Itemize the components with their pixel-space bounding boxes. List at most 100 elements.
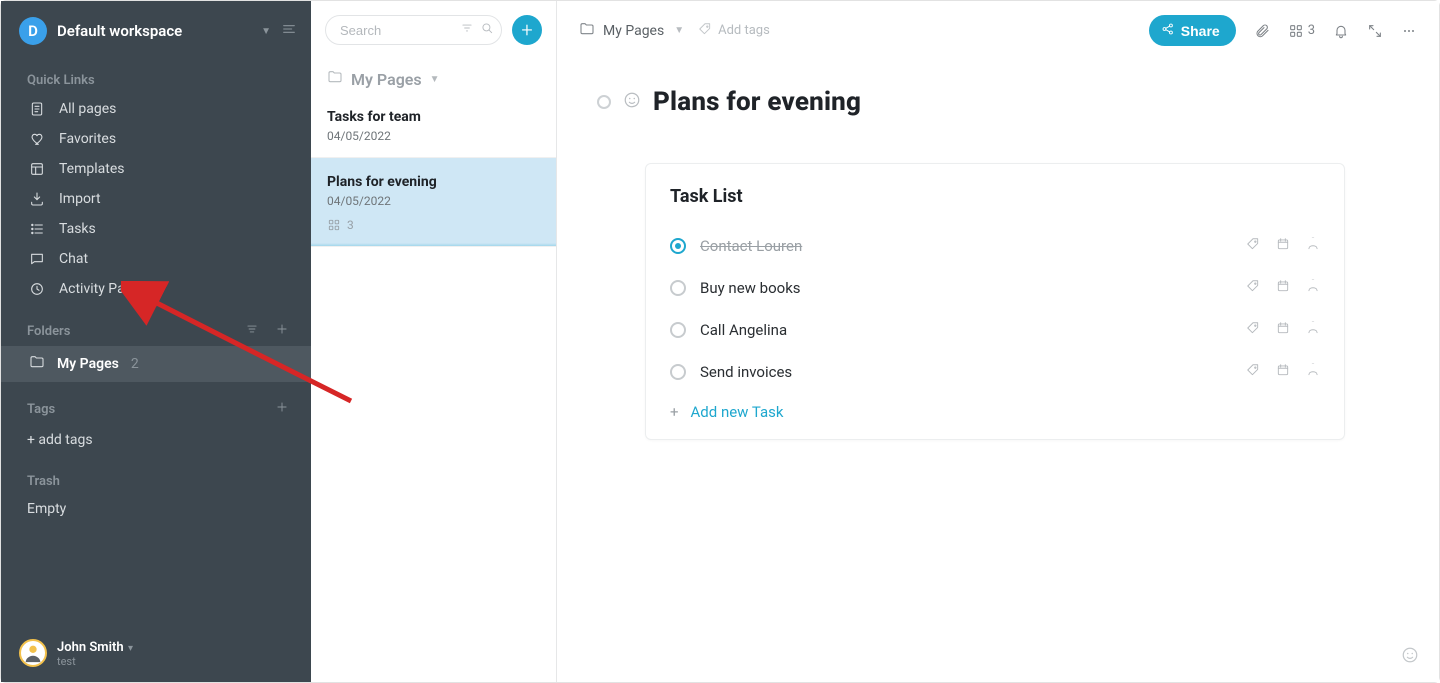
share-icon	[1161, 22, 1175, 39]
note-date: 04/05/2022	[327, 129, 540, 143]
tag-icon[interactable]	[1246, 321, 1260, 339]
folder-name: My Pages	[57, 356, 119, 372]
calendar-icon[interactable]	[1276, 321, 1290, 339]
list-breadcrumb[interactable]: My Pages ▼	[311, 45, 556, 93]
note-date: 04/05/2022	[327, 194, 540, 208]
assignee-icon[interactable]	[1306, 279, 1320, 297]
sidebar-item-label: Tasks	[59, 221, 96, 237]
relations-badge[interactable]: 3	[1288, 23, 1315, 39]
task-label[interactable]: Contact Louren	[700, 237, 1232, 255]
calendar-icon[interactable]	[1276, 363, 1290, 381]
editor-pane: My Pages ▼ Add tags Share 3 Plans for ev…	[557, 1, 1439, 682]
caret-down-icon: ▼	[261, 26, 271, 37]
sidebar-item-label: Activity Panel	[59, 281, 143, 297]
breadcrumb-label: My Pages	[603, 23, 664, 39]
card-title: Task List	[670, 186, 1320, 207]
folder-my-pages[interactable]: My Pages 2	[1, 346, 311, 382]
search-field[interactable]	[325, 15, 502, 45]
note-title: Tasks for team	[327, 109, 540, 125]
sidebar: D Default workspace ▼ Quick Links All pa…	[1, 1, 311, 682]
list-breadcrumb-label: My Pages	[351, 70, 422, 89]
add-folder-icon[interactable]	[271, 322, 293, 340]
task-row: Contact Louren	[670, 225, 1320, 267]
emoji-picker-icon[interactable]	[623, 91, 641, 113]
note-card[interactable]: Tasks for team 04/05/2022	[311, 93, 556, 158]
sidebar-item-tasks[interactable]: Tasks	[1, 214, 311, 244]
task-row: Send invoices	[670, 351, 1320, 393]
plus-icon: +	[670, 403, 679, 421]
quick-links-heading: Quick Links	[1, 55, 311, 94]
workspace-switcher[interactable]: D Default workspace ▼	[1, 1, 311, 55]
search-icon[interactable]	[480, 21, 494, 39]
workspace-name: Default workspace	[57, 22, 255, 40]
task-checkbox[interactable]	[670, 364, 686, 380]
heart-icon	[29, 131, 45, 147]
tags-heading: Tags	[27, 402, 263, 417]
relations-count: 3	[1308, 23, 1315, 38]
trash-empty[interactable]: Empty	[1, 495, 311, 523]
tag-icon	[698, 22, 712, 40]
note-card[interactable]: Plans for evening 04/05/20223	[311, 158, 556, 247]
workspace-avatar: D	[19, 17, 47, 45]
task-label[interactable]: Buy new books	[700, 279, 1232, 297]
sidebar-item-label: Templates	[59, 161, 125, 177]
tag-icon[interactable]	[1246, 279, 1260, 297]
feedback-icon[interactable]	[1401, 646, 1419, 668]
assignee-icon[interactable]	[1306, 321, 1320, 339]
task-checkbox[interactable]	[670, 322, 686, 338]
templates-icon	[29, 161, 45, 177]
tag-icon[interactable]	[1246, 363, 1260, 381]
sidebar-item-all-pages[interactable]: All pages	[1, 94, 311, 124]
folder-icon	[29, 354, 45, 374]
task-list-card: Task List Contact Louren Buy new books C…	[645, 163, 1345, 440]
task-checkbox[interactable]	[670, 280, 686, 296]
sidebar-item-import[interactable]: Import	[1, 184, 311, 214]
assignee-icon[interactable]	[1306, 363, 1320, 381]
sidebar-item-label: Chat	[59, 251, 88, 267]
add-tags-button[interactable]: Add tags	[698, 22, 770, 40]
sidebar-collapse-icon[interactable]	[281, 21, 297, 41]
share-label: Share	[1181, 23, 1220, 39]
calendar-icon[interactable]	[1276, 279, 1290, 297]
add-tag-icon[interactable]	[271, 400, 293, 418]
note-relation-count: 3	[347, 218, 354, 232]
sidebar-item-favorites[interactable]: Favorites	[1, 124, 311, 154]
sidebar-item-templates[interactable]: Templates	[1, 154, 311, 184]
sidebar-item-label: Import	[59, 191, 101, 207]
user-avatar	[19, 639, 47, 667]
caret-down-icon: ▾	[126, 643, 134, 654]
folders-heading: Folders	[27, 324, 233, 339]
attachment-icon[interactable]	[1254, 23, 1270, 39]
task-checkbox[interactable]	[670, 238, 686, 254]
task-label[interactable]: Call Angelina	[700, 321, 1232, 339]
task-row: Buy new books	[670, 267, 1320, 309]
more-icon[interactable]	[1401, 23, 1417, 39]
user-name: John Smith	[57, 640, 124, 655]
sidebar-item-label: All pages	[59, 101, 116, 117]
tag-icon[interactable]	[1246, 237, 1260, 255]
trash-heading: Trash	[1, 456, 311, 495]
page-title[interactable]: Plans for evening	[653, 87, 861, 117]
sidebar-item-activity-panel[interactable]: Activity Panel	[1, 274, 311, 304]
sidebar-item-label: Favorites	[59, 131, 116, 147]
share-button[interactable]: Share	[1149, 15, 1236, 46]
bell-icon[interactable]	[1333, 23, 1349, 39]
page-status-icon[interactable]	[597, 95, 611, 109]
filter-icon[interactable]	[460, 21, 474, 39]
add-task-button[interactable]: + Add new Task	[670, 393, 1320, 429]
add-task-label: Add new Task	[691, 403, 784, 421]
sidebar-item-chat[interactable]: Chat	[1, 244, 311, 274]
breadcrumb[interactable]: My Pages ▼	[579, 21, 684, 41]
sort-icon[interactable]	[241, 322, 263, 340]
add-tags-link[interactable]: + add tags	[1, 424, 311, 456]
assignee-icon[interactable]	[1306, 237, 1320, 255]
import-icon	[29, 191, 45, 207]
note-list-panel: + My Pages ▼ Tasks for team 04/05/2022Pl…	[311, 1, 557, 682]
clock-icon	[29, 281, 45, 297]
chat-icon	[29, 251, 45, 267]
task-label[interactable]: Send invoices	[700, 363, 1232, 381]
expand-icon[interactable]	[1367, 23, 1383, 39]
new-note-button[interactable]: +	[512, 15, 542, 45]
calendar-icon[interactable]	[1276, 237, 1290, 255]
user-menu[interactable]: John Smith ▾ test	[1, 625, 311, 682]
